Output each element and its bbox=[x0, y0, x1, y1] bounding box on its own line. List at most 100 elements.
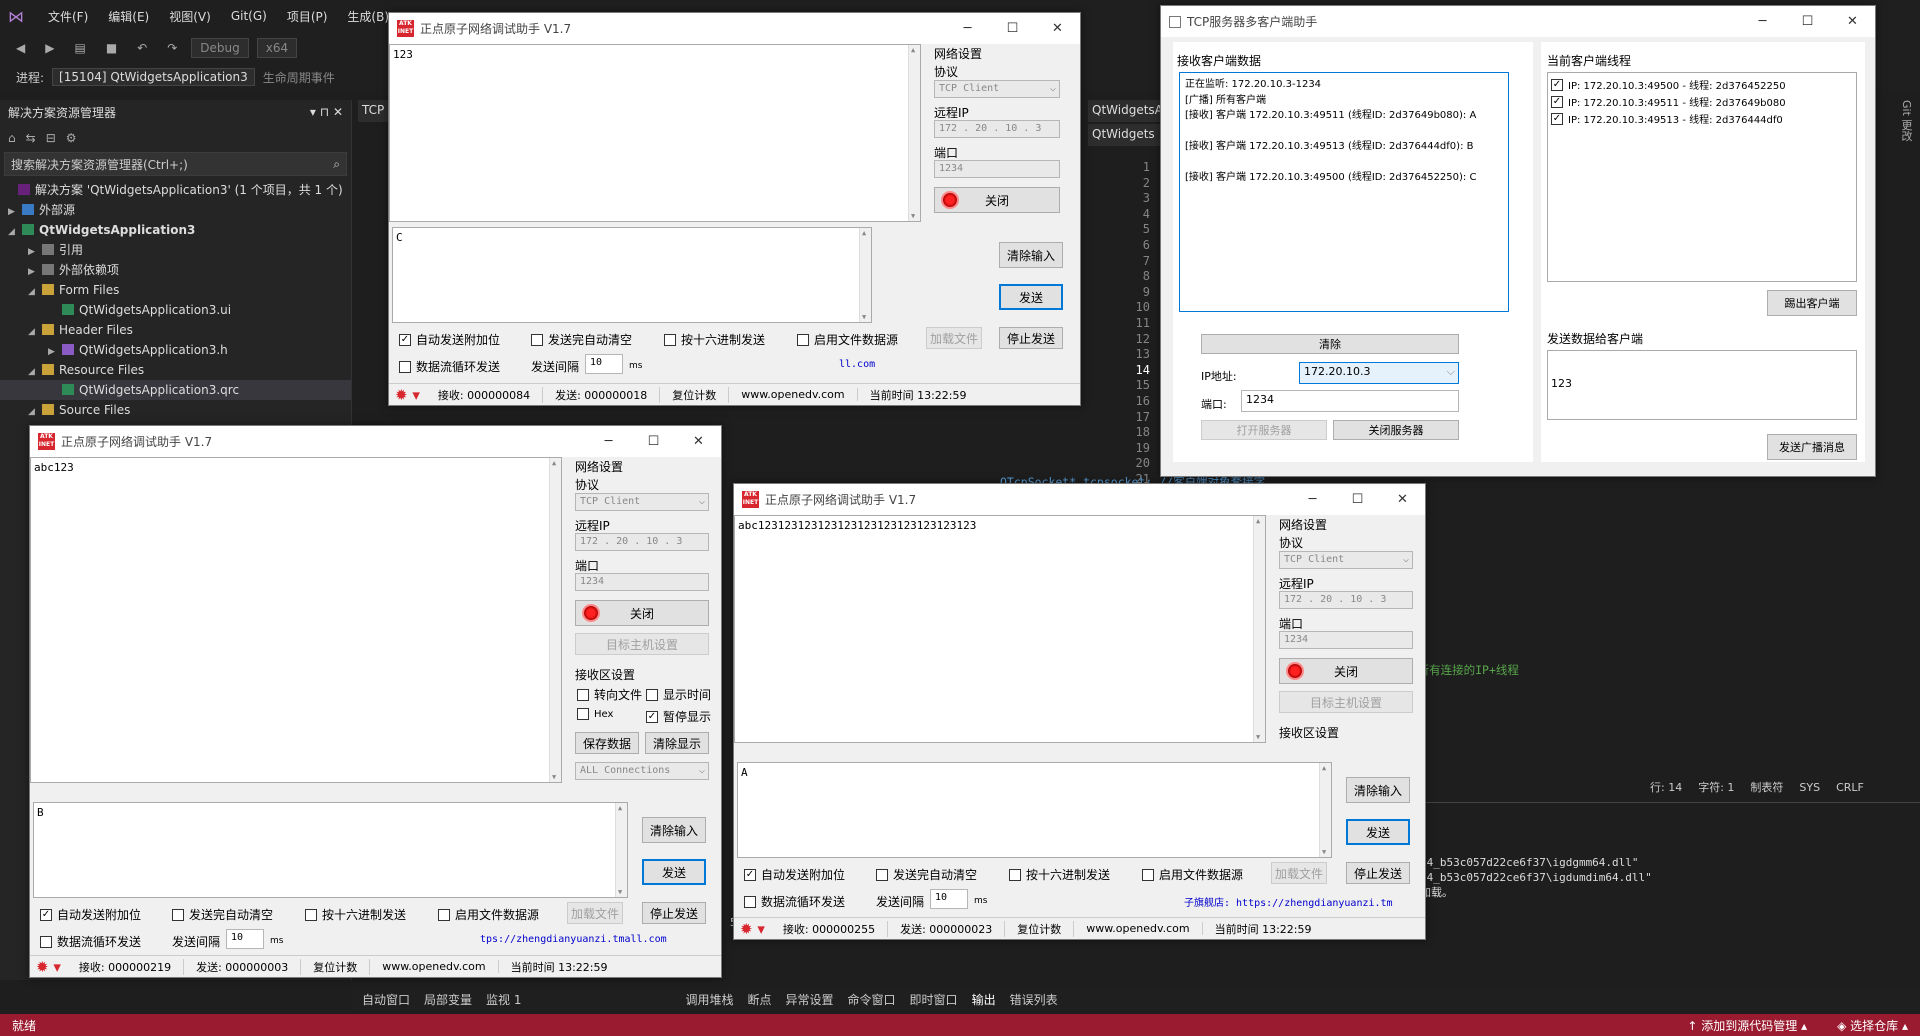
maximize-button[interactable]: ☐ bbox=[990, 21, 1035, 36]
protocol-select[interactable]: TCP Client ⌵ bbox=[934, 80, 1060, 98]
stop-send-button[interactable]: 停止发送 bbox=[1346, 862, 1410, 884]
client2-receive-area[interactable]: abc123 bbox=[30, 457, 562, 783]
thread-item[interactable]: ✓ IP: 172.20.10.3:49500 - 线程: 2d376452250 bbox=[1551, 76, 1853, 93]
client3-send-area[interactable]: A bbox=[737, 762, 1332, 858]
select-repo[interactable]: ◈ 选择仓库 ▴ bbox=[1837, 1017, 1908, 1034]
close-button[interactable]: ✕ bbox=[1035, 21, 1080, 36]
chk-loop[interactable]: 数据流循环发送 bbox=[40, 933, 141, 950]
load-file-button[interactable]: 加载文件 bbox=[1271, 862, 1327, 884]
tree-item[interactable]: ▶ 外部依赖项 bbox=[0, 260, 351, 280]
site-link[interactable]: www.openedv.com bbox=[1074, 922, 1203, 935]
close-server-button[interactable]: 关闭服务器 bbox=[1333, 420, 1459, 440]
interval-field[interactable]: 10 bbox=[585, 354, 623, 374]
interval-field[interactable]: 10 bbox=[226, 929, 264, 949]
server-recv-area[interactable]: 正在监听: 172.20.10.3-1234 [广播] 所有客户端 [接收] 客户端… bbox=[1179, 72, 1509, 312]
site-link[interactable]: www.openedv.com bbox=[729, 388, 858, 401]
tree-item[interactable]: QtWidgetsApplication3.qrc bbox=[0, 380, 351, 400]
eol-indicator[interactable]: CRLF bbox=[1836, 781, 1864, 794]
open-folder-icon[interactable]: ▤ bbox=[68, 39, 91, 57]
tree-item[interactable]: 解决方案 'QtWidgetsApplication3' (1 个项目，共 1 … bbox=[0, 180, 351, 200]
site-link[interactable]: www.openedv.com bbox=[370, 960, 499, 973]
scrollbar[interactable] bbox=[908, 45, 920, 221]
stop-send-button[interactable]: 停止发送 bbox=[999, 327, 1063, 349]
collapse-icon[interactable]: ⊟ bbox=[46, 131, 56, 145]
send-button[interactable]: 发送 bbox=[999, 284, 1063, 310]
client3-receive-area[interactable]: abc123123123123123123123123123123123 bbox=[734, 515, 1266, 743]
thread-item[interactable]: ✓ IP: 172.20.10.3:49511 - 线程: 2d37649b080 bbox=[1551, 93, 1853, 110]
scrollbar[interactable] bbox=[615, 803, 627, 897]
process-select[interactable]: [15104] QtWidgetsApplication3 bbox=[52, 68, 255, 86]
bottom-tab[interactable]: 自动窗口 bbox=[362, 991, 410, 1008]
broadcast-button[interactable]: 发送广播消息 bbox=[1767, 434, 1857, 460]
scrollbar[interactable] bbox=[1319, 763, 1331, 857]
gear-icon[interactable]: ✹ ▾ bbox=[389, 386, 426, 404]
remote-ip-field[interactable]: 172 . 20 . 10 . 3 bbox=[575, 533, 709, 551]
home-icon[interactable]: ⌂ bbox=[8, 131, 16, 145]
reset-count-button[interactable]: 复位计数 bbox=[301, 958, 371, 975]
maximize-button[interactable]: ☐ bbox=[631, 434, 676, 449]
send-button[interactable]: 发送 bbox=[1346, 819, 1410, 845]
reset-count-button[interactable]: 复位计数 bbox=[660, 386, 730, 403]
chk-file-source[interactable]: 启用文件数据源 bbox=[1142, 866, 1243, 883]
clear-input-button[interactable]: 清除输入 bbox=[642, 817, 706, 843]
tree-item[interactable]: ▶ 外部源 bbox=[0, 200, 351, 220]
port-field[interactable]: 1234 bbox=[934, 160, 1060, 178]
scrollbar[interactable] bbox=[859, 228, 871, 322]
server-send-area[interactable]: 123 bbox=[1547, 350, 1857, 420]
bottom-tab[interactable]: 局部变量 bbox=[424, 991, 472, 1008]
platform-select[interactable]: x64 bbox=[256, 38, 298, 58]
scrollbar[interactable] bbox=[549, 458, 561, 782]
save-icon[interactable]: ■ bbox=[100, 39, 123, 57]
minimize-button[interactable]: ─ bbox=[1740, 14, 1785, 29]
bottom-tab[interactable]: 即时窗口 bbox=[910, 991, 958, 1008]
minimize-button[interactable]: ─ bbox=[945, 21, 990, 36]
chk-auto-add[interactable]: ✓ 自动发送附加位 bbox=[40, 906, 141, 923]
close-button[interactable]: ✕ bbox=[1380, 492, 1425, 507]
menu-git[interactable]: Git(G) bbox=[221, 9, 277, 23]
bottom-tab[interactable]: 监视 1 bbox=[486, 991, 521, 1008]
tree-item[interactable]: ◢ QtWidgetsApplication3 bbox=[0, 220, 351, 240]
menu-file[interactable]: 文件(F) bbox=[38, 8, 98, 25]
chk-hex-send[interactable]: 按十六进制发送 bbox=[664, 331, 765, 348]
clear-button[interactable]: 清除 bbox=[1201, 334, 1459, 354]
bottom-tab[interactable]: 调用堆栈 bbox=[685, 991, 733, 1008]
chk-hex[interactable]: Hex bbox=[577, 708, 613, 720]
close-connection-button[interactable]: 关闭 bbox=[1279, 658, 1413, 684]
target-host-button[interactable]: 目标主机设置 bbox=[1279, 691, 1413, 713]
tree-item[interactable]: ◢ Source Files bbox=[0, 400, 351, 420]
threads-list[interactable]: ✓ IP: 172.20.10.3:49500 - 线程: 2d376452250… bbox=[1547, 72, 1857, 282]
bottom-tab[interactable]: 断点 bbox=[748, 991, 772, 1008]
chk-auto-add[interactable]: ✓ 自动发送附加位 bbox=[744, 866, 845, 883]
chk-pause[interactable]: ✓ 暂停显示 bbox=[646, 708, 711, 725]
bottom-tab[interactable]: 异常设置 bbox=[786, 991, 834, 1008]
bottom-tab[interactable]: 命令窗口 bbox=[848, 991, 896, 1008]
close-button[interactable]: ✕ bbox=[676, 434, 721, 449]
bottom-tab[interactable]: 错误列表 bbox=[1010, 991, 1058, 1008]
client1-receive-area[interactable]: 123 bbox=[389, 44, 921, 222]
gear-icon[interactable]: ✹ ▾ bbox=[30, 958, 67, 976]
tree-item[interactable]: ◢ Form Files bbox=[0, 280, 351, 300]
close-connection-button[interactable]: 关闭 bbox=[934, 187, 1060, 213]
load-file-button[interactable]: 加载文件 bbox=[926, 327, 982, 349]
clear-input-button[interactable]: 清除输入 bbox=[999, 242, 1063, 268]
add-source-control[interactable]: ↑ 添加到源代码管理 ▴ bbox=[1687, 1017, 1807, 1034]
tree-item[interactable]: ◢ Resource Files bbox=[0, 360, 351, 380]
port-field[interactable]: 1234 bbox=[1279, 631, 1413, 649]
clear-input-button[interactable]: 清除输入 bbox=[1346, 777, 1410, 803]
chk-loop[interactable]: 数据流循环发送 bbox=[399, 358, 500, 375]
kick-client-button[interactable]: 踢出客户端 bbox=[1767, 290, 1857, 316]
chk-show-time[interactable]: 显示时间 bbox=[646, 686, 711, 703]
bottom-tab[interactable]: 输出 bbox=[972, 991, 996, 1008]
config-select[interactable]: Debug bbox=[191, 38, 249, 58]
interval-field[interactable]: 10 bbox=[930, 889, 968, 909]
close-connection-button[interactable]: 关闭 bbox=[575, 600, 709, 626]
chk-to-file[interactable]: 转向文件 bbox=[577, 686, 642, 703]
sync-icon[interactable]: ⇆ bbox=[26, 131, 36, 145]
chk-clear-after[interactable]: 发送完自动清空 bbox=[876, 866, 977, 883]
git-changes-tab[interactable]: Git 更改 bbox=[1894, 100, 1914, 220]
settings-icon[interactable]: ⚙ bbox=[66, 131, 77, 145]
minimize-button[interactable]: ─ bbox=[1290, 492, 1335, 507]
shop-link[interactable]: 子旗舰店: https://zhengdianyuanzi.tm bbox=[1184, 894, 1393, 909]
tree-item[interactable]: QtWidgetsApplication3.ui bbox=[0, 300, 351, 320]
tab-indicator[interactable]: 制表符 bbox=[1750, 779, 1783, 795]
